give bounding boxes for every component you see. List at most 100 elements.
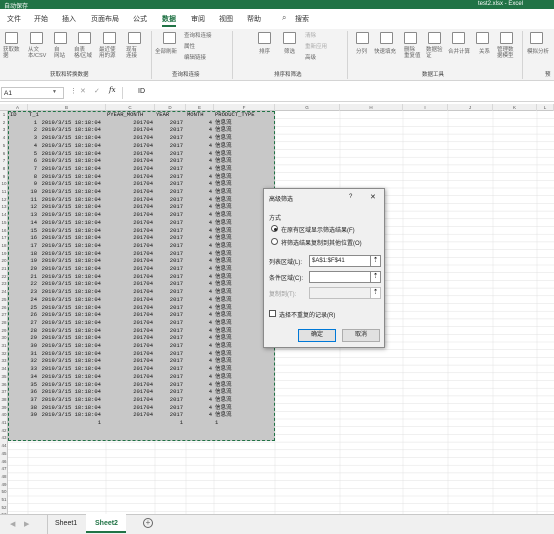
tab-data[interactable]: 数据 <box>162 14 176 27</box>
option-in-place-radio[interactable] <box>271 225 278 232</box>
table-cell[interactable]: 4 <box>152 188 212 195</box>
table-cell[interactable]: 2019/3/15 18:18:04 <box>41 180 101 187</box>
table-cell[interactable]: 12 <box>0 203 37 210</box>
cancel-icon[interactable]: ✕ <box>80 87 86 95</box>
collapse-dialog-icon[interactable]: ⇡ <box>370 287 381 299</box>
table-cell[interactable]: 2019/3/15 18:18:04 <box>41 396 101 403</box>
table-cell[interactable]: 2019/3/15 18:18:04 <box>41 381 101 388</box>
table-cell[interactable]: 信息流 <box>215 203 232 210</box>
table-cell[interactable]: 信息流 <box>215 165 232 172</box>
table-cell[interactable]: 信息流 <box>215 350 232 357</box>
table-cell[interactable]: 信息流 <box>215 411 232 418</box>
table-cell[interactable]: 4 <box>152 119 212 126</box>
table-cell[interactable]: 4 <box>152 165 212 172</box>
search-icon[interactable]: ⌕ <box>282 13 286 23</box>
table-cell[interactable]: 39 <box>0 411 37 418</box>
table-cell[interactable]: 14 <box>0 219 37 226</box>
table-cell[interactable]: 2019/3/15 18:18:04 <box>41 304 101 311</box>
table-cell[interactable]: 信息流 <box>215 396 232 403</box>
table-cell[interactable]: 22 <box>0 280 37 287</box>
table-cell[interactable]: 7 <box>0 165 37 172</box>
table-cell[interactable]: 26 <box>0 311 37 318</box>
column-header[interactable]: L <box>537 104 554 111</box>
table-cell[interactable]: 2019/3/15 18:18:04 <box>41 157 101 164</box>
table-cell[interactable]: 4 <box>152 234 212 241</box>
table-cell[interactable]: 4 <box>152 273 212 280</box>
existing-connections-button[interactable]: 现有 连接 <box>126 47 137 59</box>
unique-records-checkbox[interactable] <box>269 310 276 317</box>
table-cell[interactable]: 信息流 <box>215 288 232 295</box>
table-cell[interactable]: 4 <box>152 288 212 295</box>
table-cell[interactable]: 信息流 <box>215 404 232 411</box>
table-cell[interactable]: 4 <box>152 196 212 203</box>
table-cell[interactable]: 4 <box>152 227 212 234</box>
table-cell[interactable]: 11 <box>0 196 37 203</box>
scroll-right-icon[interactable]: ▶ <box>24 520 29 528</box>
table-cell[interactable]: 信息流 <box>215 188 232 195</box>
table-cell[interactable]: 2019/3/15 18:18:04 <box>41 242 101 249</box>
table-cell[interactable]: 2019/3/15 18:18:04 <box>41 188 101 195</box>
table-cell[interactable]: 信息流 <box>215 311 232 318</box>
table-cell[interactable]: 2019/3/15 18:18:04 <box>41 165 101 172</box>
column-header[interactable]: D <box>155 104 186 111</box>
collapse-dialog-icon[interactable]: ⇡ <box>370 255 381 267</box>
table-cell[interactable]: 2019/3/15 18:18:04 <box>41 227 101 234</box>
table-cell[interactable]: 2019/3/15 18:18:04 <box>41 211 101 218</box>
table-cell[interactable]: 信息流 <box>215 273 232 280</box>
table-cell[interactable]: 2019/3/15 18:18:04 <box>41 119 101 126</box>
table-cell[interactable]: 信息流 <box>215 373 232 380</box>
refresh-all-button[interactable]: 全部刷新 <box>155 49 177 55</box>
column-header[interactable]: A <box>8 104 28 111</box>
table-cell[interactable]: 4 <box>152 265 212 272</box>
table-cell[interactable]: 1 <box>215 419 218 426</box>
table-cell[interactable]: 4 <box>152 342 212 349</box>
table-cell[interactable]: 4 <box>152 134 212 141</box>
table-cell[interactable]: 3 <box>0 134 37 141</box>
copy-to-input[interactable] <box>309 287 374 299</box>
table-cell[interactable]: 信息流 <box>215 157 232 164</box>
close-icon[interactable]: ✕ <box>370 193 376 201</box>
table-cell[interactable]: 4 <box>152 404 212 411</box>
table-cell[interactable]: 信息流 <box>215 219 232 226</box>
table-cell[interactable]: 1 <box>123 419 183 426</box>
flash-fill-button[interactable]: 快速填充 <box>374 49 396 55</box>
tab-review[interactable]: 审阅 <box>191 14 205 24</box>
table-cell[interactable]: 19 <box>0 257 37 264</box>
table-cell[interactable]: 4 <box>152 257 212 264</box>
table-cell[interactable]: 4 <box>152 219 212 226</box>
scroll-left-icon[interactable]: ◀ <box>10 520 15 528</box>
recent-sources-button[interactable]: 最近使 用的源 <box>99 47 116 59</box>
table-cell[interactable]: 2019/3/15 18:18:04 <box>41 219 101 226</box>
table-cell[interactable]: 信息流 <box>215 134 232 141</box>
table-cell[interactable]: 4 <box>152 150 212 157</box>
edit-links-button[interactable]: 编辑链接 <box>184 55 206 61</box>
table-cell[interactable]: 4 <box>152 211 212 218</box>
column-header[interactable]: C <box>106 104 155 111</box>
table-cell[interactable]: 6 <box>0 157 37 164</box>
table-cell[interactable]: 30 <box>0 342 37 349</box>
table-cell[interactable]: 4 <box>152 242 212 249</box>
row-header[interactable]: 50 <box>0 488 8 496</box>
row-header[interactable]: 1 <box>0 111 8 119</box>
row-header[interactable]: 42 <box>0 427 8 435</box>
table-cell[interactable]: 2019/3/15 18:18:04 <box>41 173 101 180</box>
table-cell[interactable]: 2019/3/15 18:18:04 <box>41 126 101 133</box>
table-cell[interactable]: 4 <box>152 157 212 164</box>
properties-button[interactable]: 属性 <box>184 44 195 50</box>
row-header[interactable]: 51 <box>0 496 8 504</box>
table-cell[interactable]: 2 <box>0 126 37 133</box>
table-cell[interactable]: 38 <box>0 404 37 411</box>
table-cell[interactable]: 2019/3/15 18:18:04 <box>41 234 101 241</box>
from-text-csv-button[interactable]: 从文 本/CSV <box>28 47 46 59</box>
table-cell[interactable]: 信息流 <box>215 388 232 395</box>
table-cell[interactable]: 31 <box>0 350 37 357</box>
table-cell[interactable]: 信息流 <box>215 319 232 326</box>
column-header[interactable]: F <box>214 104 275 111</box>
table-cell[interactable]: 信息流 <box>215 334 232 341</box>
table-cell[interactable]: 4 <box>152 327 212 334</box>
table-cell[interactable]: 5 <box>0 150 37 157</box>
column-header[interactable]: I <box>403 104 448 111</box>
table-cell[interactable]: 2019/3/15 18:18:04 <box>41 265 101 272</box>
table-cell[interactable]: 4 <box>152 381 212 388</box>
row-header[interactable]: 49 <box>0 481 8 489</box>
